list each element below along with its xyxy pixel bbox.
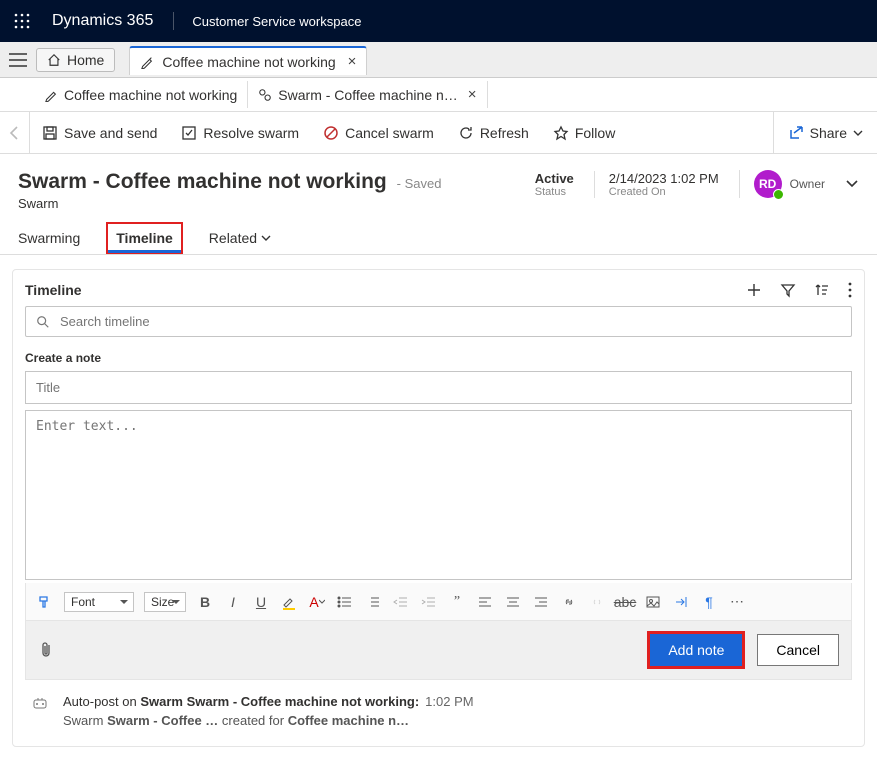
autopost-icon xyxy=(31,696,49,714)
add-icon[interactable] xyxy=(746,282,762,298)
font-select[interactable]: Font xyxy=(64,592,134,612)
resolve-swarm-button[interactable]: Resolve swarm xyxy=(169,112,311,154)
more-toolbar-icon[interactable]: ⋯ xyxy=(728,593,746,611)
follow-button[interactable]: Follow xyxy=(541,112,627,154)
share-button[interactable]: Share xyxy=(773,112,877,154)
strikethrough-icon[interactable]: abc xyxy=(616,593,634,611)
search-input[interactable] xyxy=(58,313,841,330)
chevron-down-icon xyxy=(853,128,863,138)
owner-label: Owner xyxy=(790,177,825,191)
quote-icon[interactable]: ” xyxy=(448,593,466,611)
main-tab-row: Home Coffee machine not working × xyxy=(0,42,877,78)
cmd-label: Resolve swarm xyxy=(203,125,299,141)
home-label: Home xyxy=(67,52,104,68)
page-title: Swarm - Coffee machine not working xyxy=(18,170,387,193)
format-painter-icon[interactable] xyxy=(36,593,54,611)
save-and-send-button[interactable]: Save and send xyxy=(30,112,169,154)
saved-indicator: - Saved xyxy=(397,176,442,191)
cmd-label: Share xyxy=(810,125,847,141)
status-value: Active xyxy=(535,171,574,186)
highlight-color-icon[interactable] xyxy=(280,593,298,611)
main-tab-label: Coffee machine not working xyxy=(162,54,335,70)
bulleted-list-icon[interactable] xyxy=(336,593,354,611)
close-icon[interactable]: × xyxy=(468,86,477,103)
add-note-button[interactable]: Add note xyxy=(650,634,742,666)
timeline-title: Timeline xyxy=(25,282,82,298)
created-on-block: 2/14/2023 1:02 PM Created On xyxy=(594,171,719,198)
workspace-name[interactable]: Customer Service workspace xyxy=(178,14,361,29)
cmd-label: Cancel swarm xyxy=(345,125,434,141)
paragraph-mark-icon[interactable]: ¶ xyxy=(700,593,718,611)
note-action-row: Add note Cancel xyxy=(25,621,852,680)
home-button[interactable]: Home xyxy=(36,48,115,72)
align-center-icon[interactable] xyxy=(504,593,522,611)
created-value: 2/14/2023 1:02 PM xyxy=(609,171,719,186)
underline-icon[interactable]: U xyxy=(252,593,270,611)
timeline-card: Timeline Create a note Font Size B I U A… xyxy=(12,269,865,747)
refresh-button[interactable]: Refresh xyxy=(446,112,541,154)
tab-timeline[interactable]: Timeline xyxy=(106,222,183,254)
top-bar: Dynamics 365 Customer Service workspace xyxy=(0,0,877,42)
timeline-autopost-item[interactable]: Auto-post on Swarm Swarm - Coffee machin… xyxy=(25,680,852,734)
created-label: Created On xyxy=(609,186,719,198)
size-select[interactable]: Size xyxy=(144,592,186,612)
main-tab[interactable]: Coffee machine not working × xyxy=(129,46,367,75)
align-left-icon[interactable] xyxy=(476,593,494,611)
attachment-icon[interactable] xyxy=(38,641,54,659)
close-icon[interactable]: × xyxy=(348,53,357,70)
note-title-input[interactable] xyxy=(25,371,852,404)
autopost-line1: Auto-post on Swarm Swarm - Coffee machin… xyxy=(63,694,846,709)
autopost-line2: Swarm Swarm - Coffee … created for Coffe… xyxy=(63,713,846,728)
note-body-input[interactable] xyxy=(25,410,852,580)
font-color-icon[interactable]: A xyxy=(308,593,326,611)
cmd-label: Follow xyxy=(575,125,615,141)
command-bar: Save and send Resolve swarm Cancel swarm… xyxy=(0,112,877,154)
sub-tab-case[interactable]: Coffee machine not working xyxy=(34,82,247,108)
status-label: Status xyxy=(535,186,574,198)
more-icon[interactable] xyxy=(848,282,852,298)
entity-label: Swarm xyxy=(18,196,441,211)
indent-icon[interactable] xyxy=(420,593,438,611)
product-name[interactable]: Dynamics 365 xyxy=(52,12,169,30)
bold-icon[interactable]: B xyxy=(196,593,214,611)
cmd-label: Save and send xyxy=(64,125,157,141)
tab-related[interactable]: Related xyxy=(209,222,271,254)
avatar: RD xyxy=(754,170,782,198)
sub-tab-swarm[interactable]: Swarm - Coffee machine n… × xyxy=(247,81,487,108)
record-header: Swarm - Coffee machine not working - Sav… xyxy=(0,154,877,215)
sub-tab-label: Swarm - Coffee machine n… xyxy=(278,87,457,103)
search-icon xyxy=(36,315,50,329)
sub-tab-row: Coffee machine not working Swarm - Coffe… xyxy=(0,78,877,112)
add-note-highlight: Add note xyxy=(647,631,745,669)
unlink-icon[interactable] xyxy=(588,593,606,611)
chevron-down-icon xyxy=(261,233,271,243)
app-launcher-icon[interactable] xyxy=(10,9,34,33)
filter-icon[interactable] xyxy=(780,282,796,298)
rich-text-toolbar: Font Size B I U A ” abc ¶ ⋯ xyxy=(25,583,852,621)
link-icon[interactable] xyxy=(560,593,578,611)
outdent-icon[interactable] xyxy=(392,593,410,611)
cancel-swarm-button[interactable]: Cancel swarm xyxy=(311,112,446,154)
hamburger-icon[interactable] xyxy=(0,53,36,67)
numbered-list-icon[interactable] xyxy=(364,593,382,611)
image-icon[interactable] xyxy=(644,593,662,611)
cancel-note-button[interactable]: Cancel xyxy=(757,634,839,666)
divider xyxy=(173,12,174,30)
italic-icon[interactable]: I xyxy=(224,593,242,611)
chevron-down-icon[interactable] xyxy=(845,177,859,191)
owner-block[interactable]: RD Owner xyxy=(739,170,825,198)
cmd-label: Refresh xyxy=(480,125,529,141)
tab-swarming[interactable]: Swarming xyxy=(18,222,80,254)
status-block: Active Status xyxy=(535,171,574,198)
ltr-icon[interactable] xyxy=(672,593,690,611)
sort-icon[interactable] xyxy=(814,282,830,298)
align-right-icon[interactable] xyxy=(532,593,550,611)
record-tabs: Swarming Timeline Related xyxy=(0,215,877,255)
search-timeline[interactable] xyxy=(25,306,852,337)
sub-tab-label: Coffee machine not working xyxy=(64,87,237,103)
create-note-label: Create a note xyxy=(25,351,852,365)
back-button xyxy=(0,112,30,154)
